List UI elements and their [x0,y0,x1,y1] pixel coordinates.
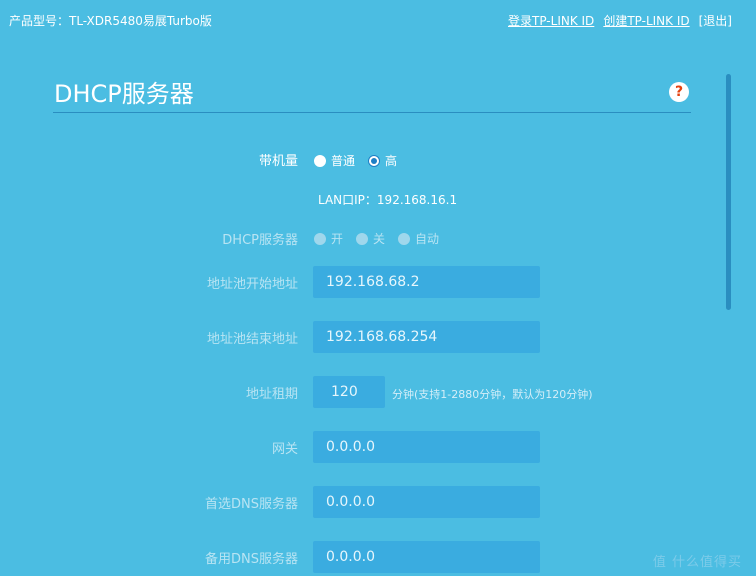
dns-secondary-input[interactable]: 0.0.0.0 [313,541,540,573]
dhcp-on-radio [314,232,326,245]
dns-primary-label: 首选DNS服务器 [205,497,298,512]
capacity-radio-group: 普通 高 [314,152,410,169]
top-bar: 产品型号：TL-XDR5480易展Turbo版 登录TP-LINK ID 创建T… [0,0,756,40]
pool-end-input[interactable]: 192.168.68.254 [313,321,540,353]
gateway-label: 网关 [271,442,298,457]
help-icon[interactable]: ? [669,82,689,102]
login-tplink-id-link[interactable]: 登录TP-LINK ID [508,12,594,29]
dhcp-off-label: 关 [373,232,386,246]
capacity-high-option[interactable]: 高 [368,152,397,169]
dhcp-server-radio-group: 开 关 自动 [314,230,452,247]
capacity-normal-label: 普通 [331,154,356,168]
capacity-high-radio[interactable] [368,154,381,167]
create-tplink-id-link[interactable]: 创建TP-LINK ID [603,12,689,29]
page-title: DHCP服务器 [54,80,194,108]
lease-input[interactable]: 120 [313,376,385,408]
dhcp-on-option: 开 [314,230,343,247]
dhcp-auto-option: 自动 [398,230,439,247]
scrollbar[interactable] [726,74,731,310]
dns-secondary-label: 备用DNS服务器 [205,552,298,567]
gateway-input[interactable]: 0.0.0.0 [313,431,540,463]
capacity-normal-radio[interactable] [314,154,326,167]
account-links: 登录TP-LINK ID 创建TP-LINK ID [退出] [508,12,732,29]
capacity-normal-option[interactable]: 普通 [314,152,355,169]
lease-hint: 分钟(支持1-2880分钟，默认为120分钟) [392,388,593,401]
dhcp-on-label: 开 [331,232,344,246]
dns-primary-input[interactable]: 0.0.0.0 [313,486,540,518]
product-model: 产品型号：TL-XDR5480易展Turbo版 [9,14,212,28]
capacity-high-label: 高 [385,154,398,168]
pool-start-input[interactable]: 192.168.68.2 [313,266,540,298]
title-divider [53,112,691,113]
logout-link[interactable]: [退出] [699,12,732,29]
dhcp-server-label: DHCP服务器 [222,233,298,248]
pool-end-label: 地址池结束地址 [206,332,298,347]
dhcp-auto-label: 自动 [415,232,440,246]
watermark: 值 什么值得买 [652,555,742,570]
lan-ip-text: LAN口IP：192.168.16.1 [318,193,458,207]
dhcp-off-option: 关 [356,230,385,247]
lease-label: 地址租期 [245,387,298,402]
dhcp-auto-radio [398,232,411,245]
dhcp-off-radio [356,232,369,245]
pool-start-label: 地址池开始地址 [206,277,298,292]
capacity-label: 带机量 [258,154,298,169]
